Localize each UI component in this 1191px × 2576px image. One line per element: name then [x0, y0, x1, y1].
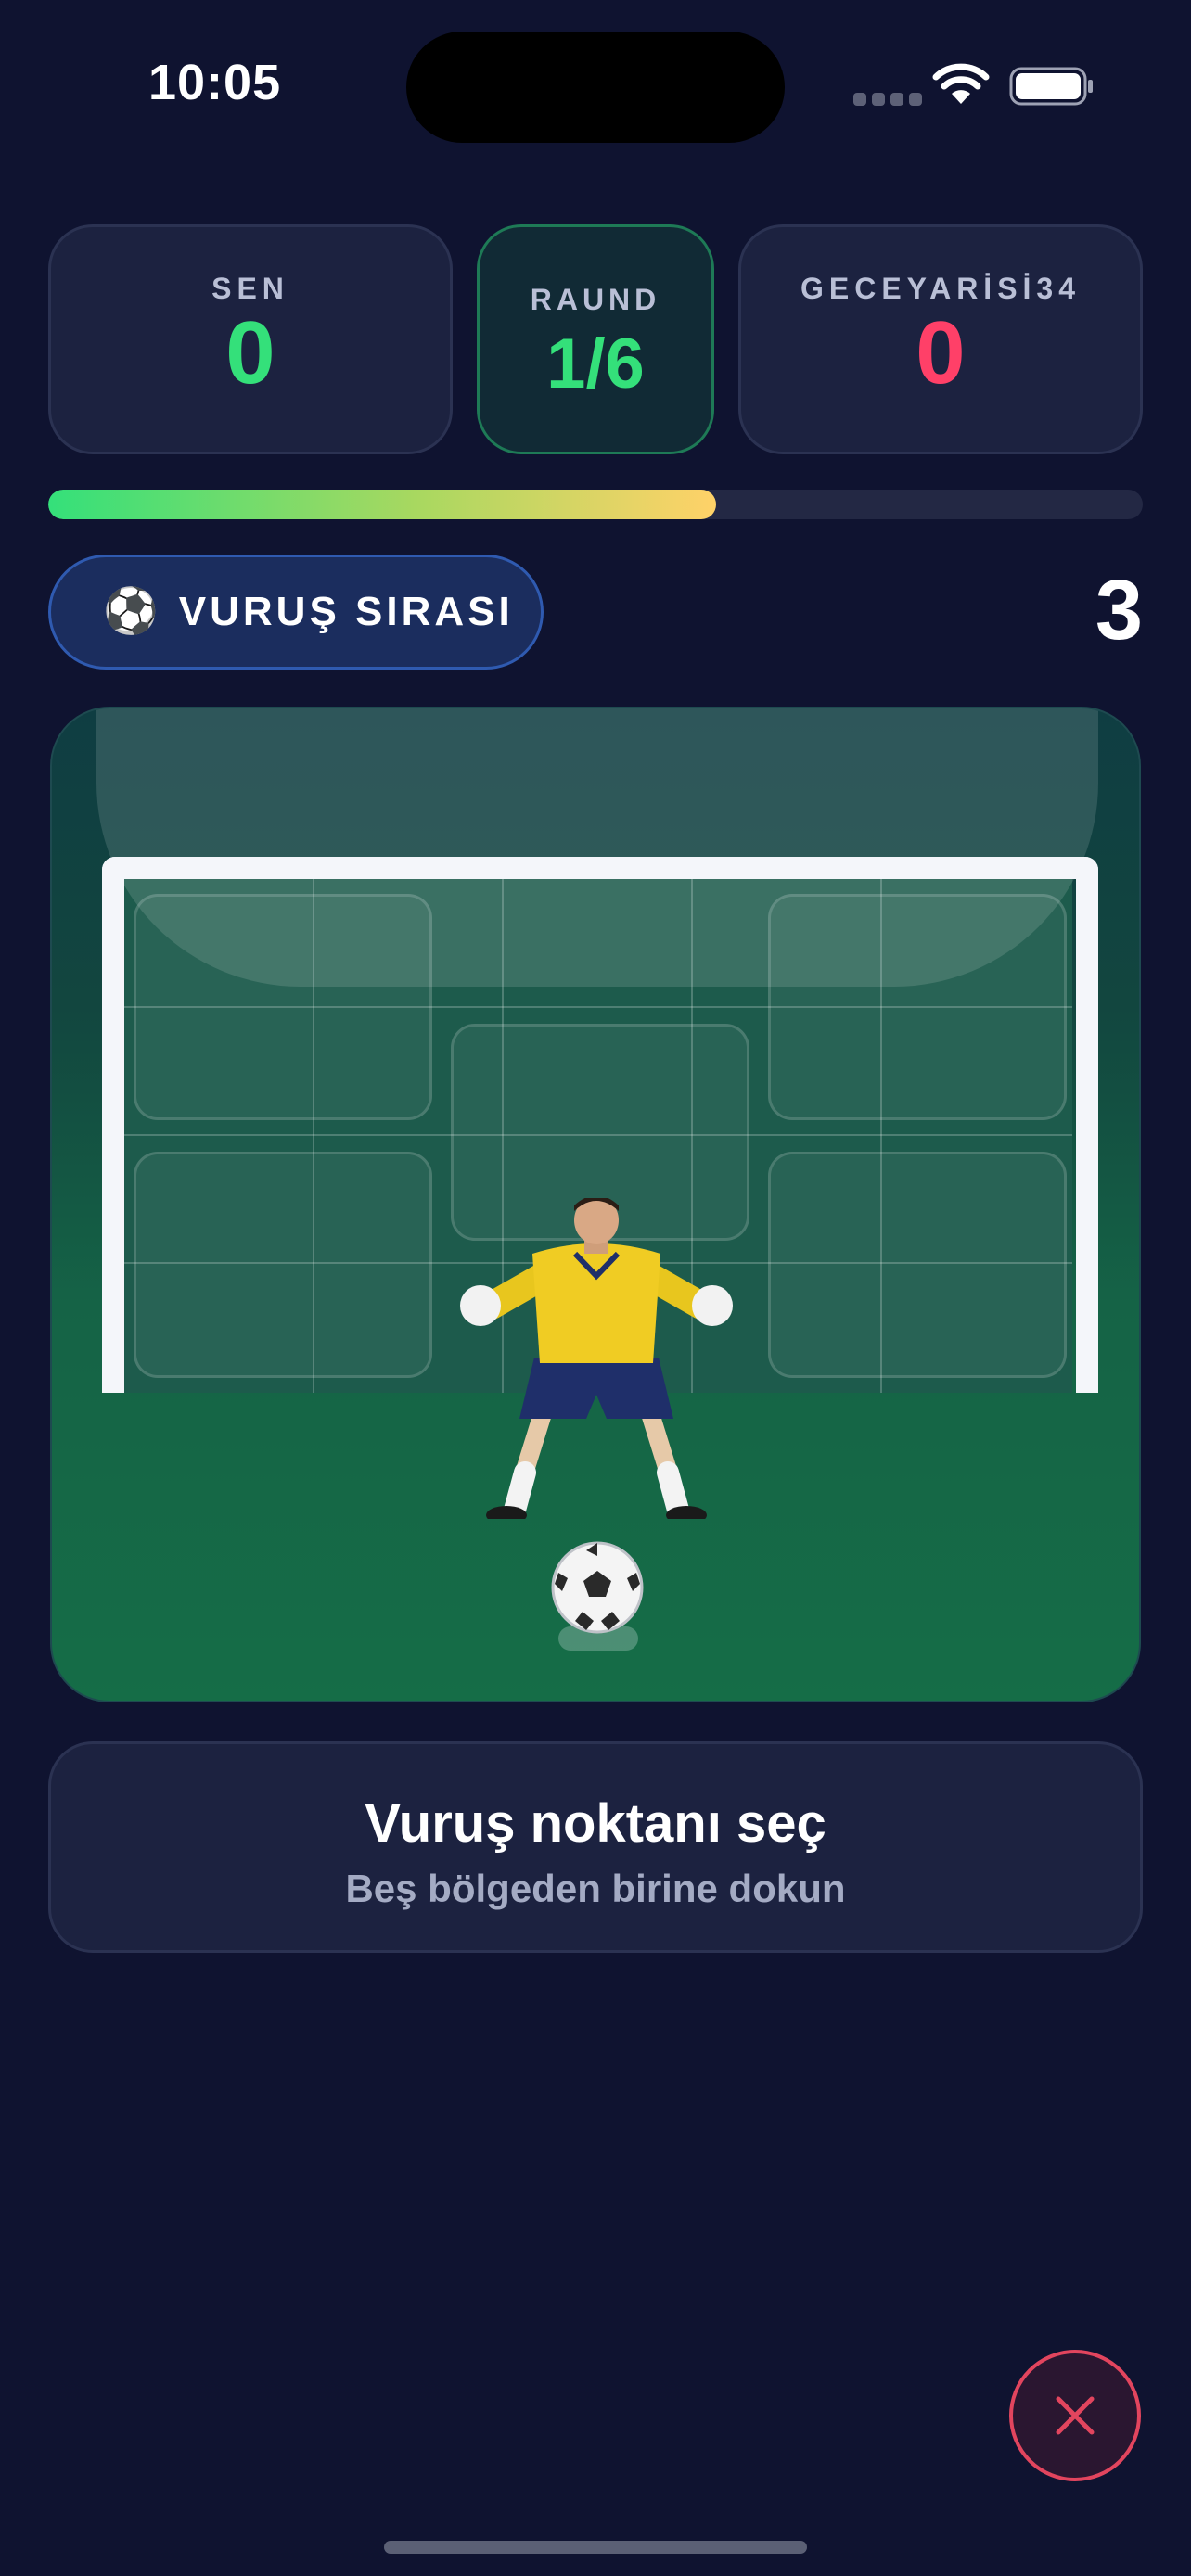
round-value: 1/6: [546, 325, 645, 403]
turn-badge: ⚽ VURUŞ SIRASI: [48, 555, 544, 670]
home-indicator: [384, 2541, 807, 2554]
countdown-timer: 3: [1095, 563, 1143, 657]
target-zone-top-right[interactable]: [768, 894, 1067, 1120]
penalty-pitch: [50, 707, 1141, 1702]
cellular-signal-icon: [853, 93, 922, 106]
round-progress-fill: [48, 490, 716, 519]
player-score: 0: [225, 303, 275, 402]
goalkeeper-figure: [460, 1198, 733, 1519]
instruction-card: Vuruş noktanı seç Beş bölgeden birine do…: [48, 1741, 1143, 1953]
target-zone-top-left[interactable]: [134, 894, 432, 1120]
wifi-icon: [932, 63, 990, 104]
round-label: RAUND: [530, 283, 661, 316]
penalty-game-screen: 10:05 SEN 0 RAUND 1/6 GECEYARİSİ34 0 ⚽ V…: [0, 0, 1191, 2576]
close-icon: [1056, 2396, 1095, 2435]
battery-icon: [1009, 67, 1093, 106]
target-zone-bottom-left[interactable]: [134, 1152, 432, 1378]
round-card: RAUND 1/6: [477, 224, 714, 454]
player-name: SEN: [211, 272, 289, 305]
opponent-name: GECEYARİSİ34: [800, 272, 1082, 305]
player-score-card: SEN 0: [48, 224, 453, 454]
soccer-ball-icon: ⚽: [103, 587, 159, 636]
round-progress-bar: [48, 490, 1143, 519]
instruction-title: Vuruş noktanı seç: [365, 1793, 826, 1854]
opponent-score: 0: [916, 303, 966, 402]
close-button[interactable]: [1009, 2350, 1141, 2481]
opponent-score-card: GECEYARİSİ34 0: [738, 224, 1143, 454]
soccer-ball: [551, 1541, 644, 1634]
status-time: 10:05: [148, 55, 282, 110]
turn-label: VURUŞ SIRASI: [178, 589, 514, 634]
dynamic-island: [406, 32, 785, 143]
instruction-subtitle: Beş bölgeden birine dokun: [345, 1867, 846, 1910]
target-zone-bottom-right[interactable]: [768, 1152, 1067, 1378]
